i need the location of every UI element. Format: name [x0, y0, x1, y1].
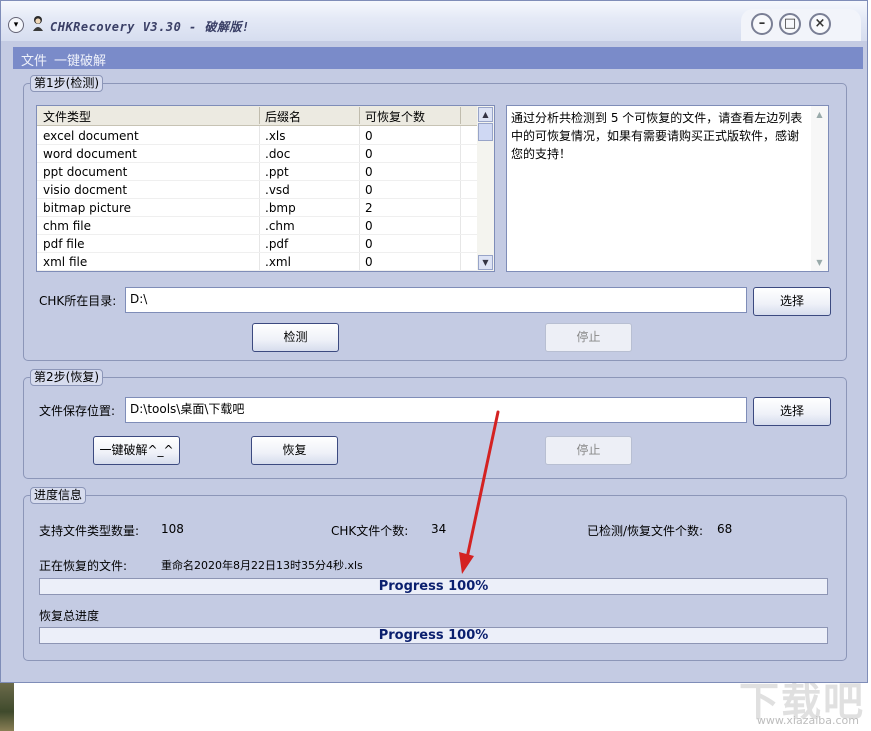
detection-info-text: 通过分析共检测到 5 个可恢复的文件，请查看左边列表中的可恢复情况，如果有需要请… [511, 111, 803, 161]
cell-file-type: visio docment [43, 183, 128, 197]
col-extension[interactable]: 后缀名 [265, 108, 301, 125]
watermark-url: www.xiazaiba.com [756, 714, 859, 727]
cell-extension: .bmp [265, 201, 296, 215]
file-progress-text: Progress 100% [378, 579, 489, 594]
detection-info-box: 通过分析共检测到 5 个可恢复的文件，请查看左边列表中的可恢复情况，如果有需要请… [506, 105, 829, 272]
chk-dir-input[interactable]: D:\ [125, 287, 747, 313]
cell-extension: .pdf [265, 237, 289, 251]
cell-file-type: excel document [43, 129, 139, 143]
cell-extension: .doc [265, 147, 291, 161]
scroll-thumb[interactable] [478, 123, 493, 141]
info-scroll-up-icon: ▲ [816, 110, 823, 119]
close-icon[interactable]: × [809, 13, 831, 35]
menu-bar: 文件 一键破解 [13, 47, 863, 69]
supported-types-label: 支持文件类型数量: [39, 524, 140, 538]
cell-file-type: ppt document [43, 165, 128, 179]
cell-recoverable-count: 0 [365, 219, 373, 233]
table-row[interactable]: visio docment .vsd 0 [37, 181, 477, 199]
cell-extension: .ppt [265, 165, 289, 179]
cell-file-type: word document [43, 147, 137, 161]
step1-title: 第1步(检测) [30, 75, 103, 92]
minimize-icon[interactable]: – [751, 13, 773, 35]
chk-dir-label: CHK所在目录: [39, 294, 117, 308]
detect-button[interactable]: 检测 [252, 323, 339, 352]
cell-recoverable-count: 0 [365, 165, 373, 179]
save-location-label: 文件保存位置: [39, 404, 116, 418]
cell-extension: .xml [265, 255, 291, 269]
cell-recoverable-count: 0 [365, 255, 373, 269]
chk-count-value: 34 [431, 522, 447, 536]
progress-title: 进度信息 [30, 487, 87, 504]
window-controls: – □ × [741, 9, 861, 41]
step1-stop-button[interactable]: 停止 [545, 323, 632, 352]
cell-file-type: pdf file [43, 237, 85, 251]
cell-recoverable-count: 0 [365, 183, 373, 197]
detected-count-value: 68 [717, 522, 733, 536]
total-progress-text: Progress 100% [378, 628, 489, 643]
detected-count-label: 已检测/恢复文件个数: [587, 524, 704, 538]
system-menu-icon[interactable]: ▾ [8, 17, 24, 33]
background-photo-strip [0, 683, 14, 731]
total-progress-bar: Progress 100% [39, 627, 828, 644]
app-window: ▾ CHKRecovery V3.30 - 破解版! – □ × 文件 一键破解… [0, 0, 868, 683]
table-row[interactable]: chm file .chm 0 [37, 217, 477, 235]
cell-file-type: chm file [43, 219, 91, 233]
cell-extension: .vsd [265, 183, 290, 197]
table-row[interactable]: ppt document .ppt 0 [37, 163, 477, 181]
supported-types-value: 108 [161, 522, 184, 536]
title-bar[interactable]: ▾ CHKRecovery V3.30 - 破解版! – □ × [1, 1, 867, 41]
cell-recoverable-count: 0 [365, 237, 373, 251]
cell-recoverable-count: 0 [365, 147, 373, 161]
info-scroll-down-icon: ▼ [816, 258, 823, 267]
file-progress-bar: Progress 100% [39, 578, 828, 595]
recover-button[interactable]: 恢复 [251, 436, 338, 465]
cell-recoverable-count: 0 [365, 129, 373, 143]
current-file-value: 重命名2020年8月22日13时35分4秒.xls [161, 559, 363, 572]
step2-title: 第2步(恢复) [30, 369, 103, 386]
col-recoverable-count[interactable]: 可恢复个数 [365, 108, 425, 125]
info-scrollbar: ▲ ▼ [811, 106, 828, 271]
total-progress-label: 恢复总进度 [39, 609, 100, 623]
scroll-down-icon[interactable]: ▼ [478, 255, 493, 270]
table-row[interactable]: bitmap picture .bmp 2 [37, 199, 477, 217]
chk-dir-browse-button[interactable]: 选择 [753, 287, 831, 316]
list-scrollbar[interactable]: ▲ ▼ [477, 106, 494, 271]
save-location-input[interactable]: D:\tools\桌面\下载吧 [125, 397, 747, 423]
cell-extension: .xls [265, 129, 286, 143]
scroll-up-icon[interactable]: ▲ [478, 107, 493, 122]
menu-file[interactable]: 文件 [21, 50, 47, 69]
cell-file-type: bitmap picture [43, 201, 132, 215]
file-type-list[interactable]: 文件类型 后缀名 可恢复个数 excel document .xls 0 word d… [36, 105, 495, 272]
app-icon [33, 16, 43, 31]
table-row[interactable]: xml file .xml 0 [37, 253, 477, 271]
maximize-icon[interactable]: □ [779, 13, 801, 35]
col-file-type[interactable]: 文件类型 [43, 108, 91, 125]
one-click-crack-button[interactable]: 一键破解^_^ [93, 436, 180, 465]
table-row[interactable]: word document .doc 0 [37, 145, 477, 163]
save-location-browse-button[interactable]: 选择 [753, 397, 831, 426]
cell-extension: .chm [265, 219, 295, 233]
cell-recoverable-count: 2 [365, 201, 373, 215]
current-file-label: 正在恢复的文件: [39, 559, 128, 573]
window-title: CHKRecovery V3.30 - 破解版! [50, 20, 250, 34]
list-header: 文件类型 后缀名 可恢复个数 [37, 106, 477, 126]
menu-one-click-crack[interactable]: 一键破解 [54, 50, 106, 69]
table-row[interactable]: excel document .xls 0 [37, 127, 477, 145]
step2-stop-button[interactable]: 停止 [545, 436, 632, 465]
chk-count-label: CHK文件个数: [331, 524, 409, 538]
cell-file-type: xml file [43, 255, 88, 269]
table-row[interactable]: pdf file .pdf 0 [37, 235, 477, 253]
